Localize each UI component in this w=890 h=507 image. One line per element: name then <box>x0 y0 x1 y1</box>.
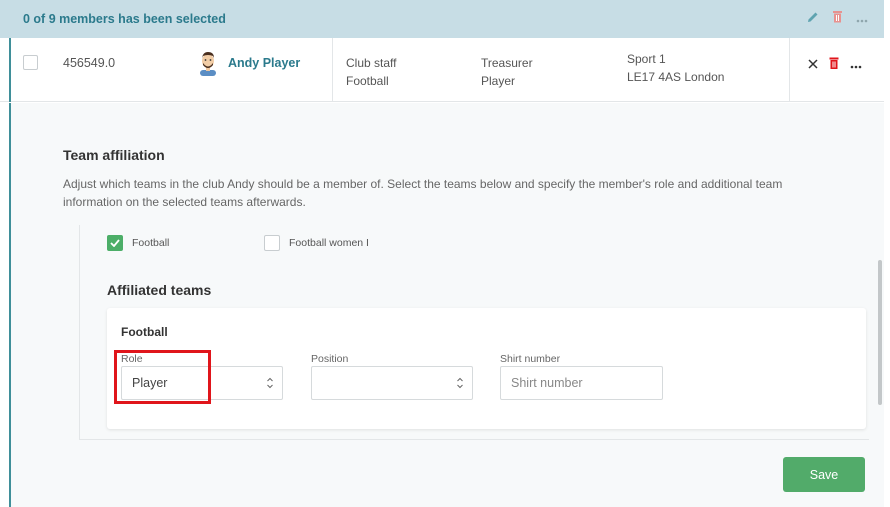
affiliated-teams-title: Affiliated teams <box>107 282 212 298</box>
shirt-number-label: Shirt number <box>500 353 561 365</box>
team-label: Football women I <box>289 237 369 249</box>
team-affiliation-description: Adjust which teams in the club Andy shou… <box>63 177 783 209</box>
close-icon[interactable] <box>808 56 818 74</box>
member-address-1: Sport 1 <box>627 52 666 66</box>
team-card-title: Football <box>121 325 168 339</box>
team-checkbox-football[interactable]: Football <box>107 235 169 251</box>
pencil-icon[interactable] <box>807 10 819 28</box>
row-checkbox[interactable] <box>23 55 38 70</box>
member-role-type: Club staff <box>346 56 397 70</box>
column-divider <box>789 38 790 102</box>
teams-area: Football Football women I Affiliated tea… <box>79 225 869 440</box>
member-title-1: Treasurer <box>481 56 533 70</box>
selection-count: 0 of 9 members has been selected <box>23 12 226 26</box>
team-affiliation-title: Team affiliation <box>63 147 165 163</box>
trash-icon[interactable] <box>829 56 839 74</box>
more-icon[interactable] <box>850 56 862 74</box>
member-row[interactable]: 456549.0 Andy Player Club staff Football… <box>0 38 884 102</box>
save-button[interactable]: Save <box>783 457 865 492</box>
member-name-link[interactable]: Andy Player <box>228 56 300 70</box>
row-actions <box>808 56 862 74</box>
member-type-cell: Club staff Football <box>346 54 396 90</box>
member-title-2: Player <box>481 74 516 88</box>
position-select[interactable] <box>311 366 473 400</box>
member-id: 456549.0 <box>63 56 116 70</box>
team-card-football: Football Role Player Position Shirt numb… <box>107 308 866 429</box>
member-address-2: LE17 4AS London <box>627 70 725 84</box>
member-detail-panel: Team affiliation Adjust which teams in t… <box>9 103 884 507</box>
member-sport: Football <box>346 74 389 88</box>
bulk-actions <box>807 10 868 28</box>
member-title-cell: Treasurer Player <box>481 54 533 90</box>
team-label: Football <box>132 237 170 249</box>
role-highlight-box <box>114 350 211 404</box>
scrollbar[interactable] <box>878 260 882 405</box>
check-icon <box>110 239 120 247</box>
avatar <box>197 50 219 76</box>
more-icon[interactable] <box>856 10 868 28</box>
checkbox-unchecked[interactable] <box>264 235 280 251</box>
member-address-cell: Sport 1 LE17 4AS London <box>627 50 724 86</box>
team-checkbox-football-women[interactable]: Football women I <box>264 235 369 251</box>
position-label: Position <box>311 353 349 365</box>
trash-icon[interactable] <box>832 10 843 28</box>
column-divider <box>332 38 333 102</box>
selection-bar: 0 of 9 members has been selected <box>0 0 884 38</box>
row-accent <box>9 38 11 102</box>
shirt-number-input[interactable] <box>500 366 663 400</box>
select-chevron-icon <box>457 377 463 389</box>
checkbox-checked[interactable] <box>107 235 123 251</box>
select-chevron-icon <box>267 377 273 389</box>
